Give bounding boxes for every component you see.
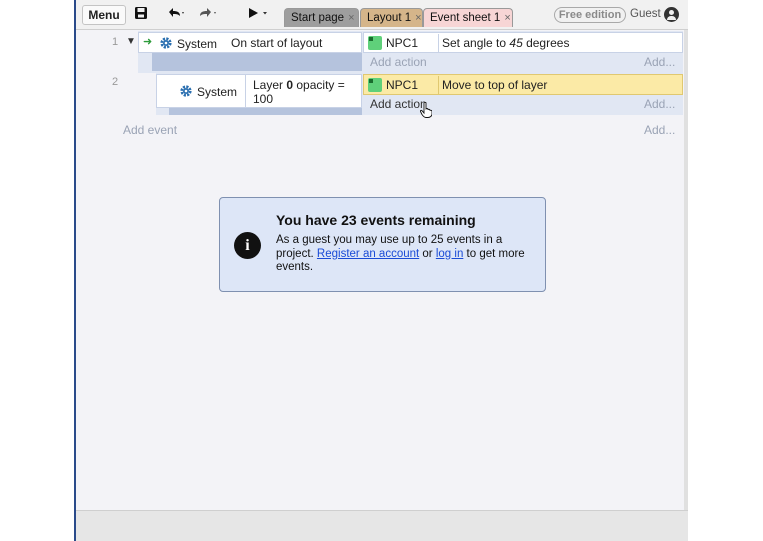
add-more-link[interactable]: Add... [644,55,675,69]
event-2-condition[interactable]: System Layer 0 opacity = 100 [156,74,362,108]
dialog-body-text: or [419,247,436,260]
hand-cursor-icon [419,101,433,118]
action-text-post: degrees [522,36,570,50]
event-number: 1 [112,36,119,48]
add-event-more-link[interactable]: Add... [644,123,675,137]
column-divider [438,76,439,94]
condition-text: Layer 0 opacity = 100 [253,78,363,106]
collapse-arrow-icon[interactable]: ▼ [126,36,136,47]
condition-object: System [179,84,237,99]
scrollbar-track[interactable] [684,30,688,510]
app-window: Menu Start page × Layout 1 × Event sheet 1… [76,0,688,541]
condition-object-label: System [197,85,238,99]
tab-label: Start page [291,12,345,24]
dialog-body: As a guest you may use up to 25 events i… [276,234,536,275]
action-text: Move to top of layer [442,78,548,92]
gear-icon [179,84,193,98]
save-icon[interactable] [134,6,148,24]
event-2-condition-footer [169,107,362,115]
close-icon[interactable]: × [415,12,421,24]
user-avatar-icon[interactable] [664,7,679,22]
add-action-link[interactable]: Add action [370,97,427,111]
toolbar: Menu Start page × Layout 1 × Event sheet 1… [76,0,688,30]
event-number: 2 [112,76,119,88]
close-icon[interactable]: × [348,12,354,24]
dialog-title: You have 23 events remaining [276,212,476,228]
event-2-action-row-selected[interactable]: NPC1 Move to top of layer [363,74,683,95]
status-bar [76,510,688,541]
condition-divider [245,75,246,107]
free-edition-badge[interactable]: Free edition [554,7,626,23]
tab-event-sheet-1[interactable]: Event sheet 1 × [423,8,513,27]
sprite-icon [368,36,382,50]
sprite-icon [368,78,382,92]
condition-object: System [159,36,217,51]
column-divider [438,34,439,52]
add-more-link[interactable]: Add... [644,97,675,111]
tab-label: Event sheet 1 [430,12,501,24]
condition-text: On start of layout [231,36,323,50]
menu-button[interactable]: Menu [82,5,126,25]
condition-object-label: System [177,37,218,51]
add-event-link[interactable]: Add event [123,123,177,137]
add-action-link[interactable]: Add action [370,55,427,69]
register-link[interactable]: Register an account [317,248,419,260]
event-1-condition-footer [152,53,362,71]
event-1-action-row[interactable]: NPC1 Set angle to 45 degrees [363,32,683,53]
login-link[interactable]: log in [436,248,464,260]
action-object: NPC1 [386,78,419,92]
play-icon[interactable] [246,6,270,24]
action-text: Set angle to 45 degrees [442,36,569,50]
redo-icon[interactable] [198,6,220,24]
event-1-condition[interactable]: ➜ System On start of layout [138,32,362,53]
condition-text-pre: Layer [253,78,287,92]
action-text-pre: Set angle to [442,36,510,50]
action-text-param: 45 [509,36,523,50]
close-icon[interactable]: × [504,12,510,24]
info-icon: i [234,232,261,259]
action-object: NPC1 [386,36,419,50]
events-remaining-dialog: i You have 23 events remaining As a gues… [219,197,546,292]
tab-label: Layout 1 [367,12,412,24]
tab-start-page[interactable]: Start page × [284,8,359,27]
user-label[interactable]: Guest [630,8,661,20]
undo-icon[interactable] [166,6,186,24]
gear-icon [159,36,173,50]
tab-layout-1[interactable]: Layout 1 × [360,8,423,27]
trigger-arrow-icon: ➜ [143,36,153,48]
